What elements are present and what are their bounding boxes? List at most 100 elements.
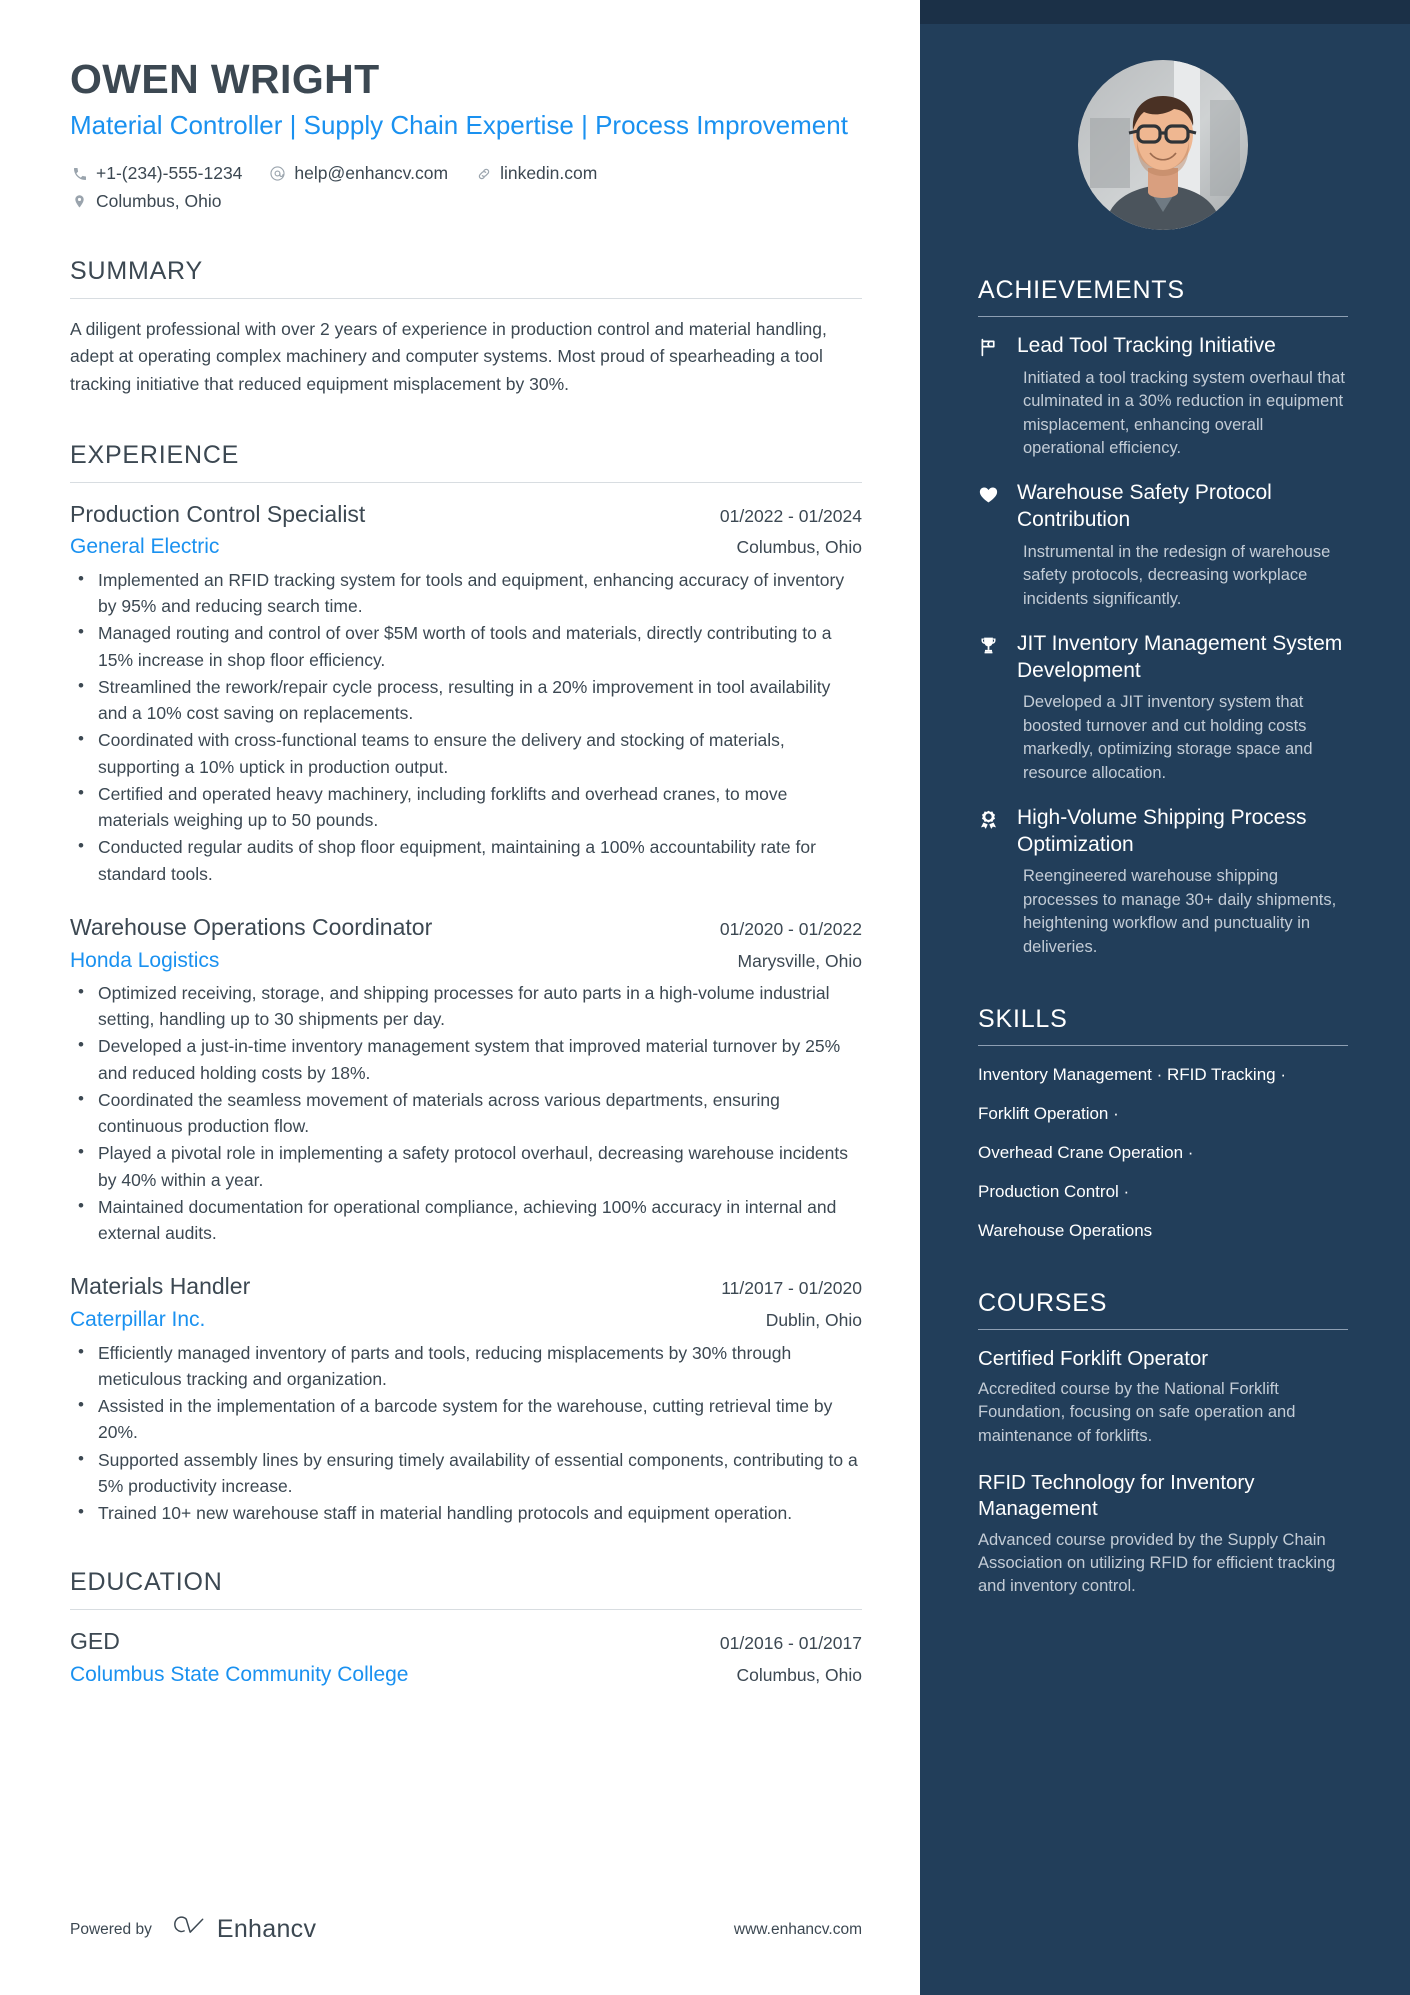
job-dates: 11/2017 - 01/2020 — [721, 1278, 862, 1299]
course-item: Certified Forklift Operator Accredited c… — [978, 1346, 1348, 1449]
achievement-item: Lead Tool Tracking Initiative Initiated … — [978, 333, 1348, 460]
experience-entry-subheader: Caterpillar Inc. Dublin, Ohio — [70, 1306, 862, 1333]
achievement-item: JIT Inventory Management System Developm… — [978, 631, 1348, 785]
achievement-item: High-Volume Shipping Process Optimizatio… — [978, 805, 1348, 959]
experience-divider — [70, 481, 862, 483]
main-column: OWEN WRIGHT Material Controller | Supply… — [0, 0, 920, 1995]
courses-heading: COURSES — [978, 1288, 1108, 1317]
skills-divider — [978, 1044, 1348, 1046]
job-bullet: Supported assembly lines by ensuring tim… — [70, 1446, 862, 1500]
footer-website[interactable]: www.enhancv.com — [734, 1921, 862, 1939]
job-title: Materials Handler — [70, 1273, 251, 1300]
job-bullet: Assisted in the implementation of a barc… — [70, 1392, 862, 1446]
school-location: Columbus, Ohio — [736, 1665, 862, 1686]
link-icon — [474, 164, 493, 183]
heart-icon — [978, 480, 1004, 611]
achievement-body: JIT Inventory Management System Developm… — [1017, 631, 1348, 785]
skill-line: Overhead Crane Operation · — [978, 1142, 1194, 1162]
contact-location: Columbus, Ohio — [70, 188, 221, 215]
achievement-body: High-Volume Shipping Process Optimizatio… — [1017, 805, 1348, 959]
contact-email[interactable]: help@enhancv.com — [268, 160, 448, 187]
location-pin-icon — [70, 192, 89, 211]
section-summary: SUMMARY A diligent professional with ove… — [70, 257, 862, 399]
flag-icon — [978, 333, 1004, 460]
summary-heading: SUMMARY — [70, 256, 203, 285]
contact-location-text: Columbus, Ohio — [96, 190, 222, 211]
company-name[interactable]: Honda Logistics — [70, 947, 219, 974]
footer: Powered by Enhancv www.enhancv.com — [70, 1914, 862, 1945]
degree-title: GED — [70, 1628, 120, 1655]
job-title: Warehouse Operations Coordinator — [70, 913, 433, 940]
education-entry: GED 01/2016 - 01/2017 Columbus State Com… — [70, 1627, 862, 1688]
contact-line-location: Columbus, Ohio — [70, 188, 862, 215]
contact-linkedin[interactable]: linkedin.com — [474, 160, 597, 187]
achievement-description: Instrumental in the redesign of warehous… — [1023, 542, 1331, 608]
experience-entry: Materials Handler 11/2017 - 01/2020 Cate… — [70, 1272, 862, 1526]
achievement-title: Lead Tool Tracking Initiative — [1017, 334, 1276, 357]
enhancv-logo: Enhancv — [169, 1914, 316, 1945]
job-bullet: Efficiently managed inventory of parts a… — [70, 1339, 862, 1393]
contact-info: +1-(234)-555-1234 help@enhancv.com linke… — [70, 160, 862, 214]
job-bullets: Optimized receiving, storage, and shippi… — [70, 979, 862, 1247]
section-education: EDUCATION GED 01/2016 - 01/2017 Columbus… — [70, 1568, 862, 1688]
course-title: RFID Technology for Inventory Management — [978, 1471, 1255, 1521]
company-name[interactable]: General Electric — [70, 533, 219, 560]
powered-by-label: Powered by — [70, 1920, 152, 1938]
course-title: Certified Forklift Operator — [978, 1346, 1209, 1370]
job-bullet: Conducted regular audits of shop floor e… — [70, 833, 862, 887]
experience-entry-header: Warehouse Operations Coordinator 01/2020… — [70, 913, 862, 943]
avatar-container — [978, 60, 1348, 230]
summary-divider — [70, 297, 862, 299]
job-dates: 01/2020 - 01/2022 — [719, 918, 862, 939]
achievement-description: Reengineered warehouse shipping processe… — [1023, 867, 1337, 956]
enhancv-mark-icon — [169, 1914, 207, 1945]
section-experience: EXPERIENCE Production Control Specialist… — [70, 441, 862, 1527]
sidebar-top-bar — [920, 0, 1410, 24]
resume-page: OWEN WRIGHT Material Controller | Supply… — [0, 0, 1410, 1995]
course-description: Advanced course provided by the Supply C… — [978, 1530, 1336, 1596]
summary-text: A diligent professional with over 2 year… — [70, 318, 827, 394]
school-name[interactable]: Columbus State Community College — [70, 1661, 408, 1688]
achievement-title: Warehouse Safety Protocol Contribution — [1017, 481, 1272, 531]
job-bullet: Implemented an RFID tracking system for … — [70, 566, 862, 620]
job-bullet: Played a pivotal role in implementing a … — [70, 1139, 862, 1193]
contact-phone[interactable]: +1-(234)-555-1234 — [70, 160, 242, 187]
contact-email-text: help@enhancv.com — [294, 163, 449, 184]
experience-entry-header: Production Control Specialist 01/2022 - … — [70, 500, 862, 530]
experience-entry-subheader: General Electric Columbus, Ohio — [70, 533, 862, 560]
job-bullet: Developed a just-in-time inventory manag… — [70, 1032, 862, 1086]
achievements-heading: ACHIEVEMENTS — [978, 276, 1185, 304]
company-name[interactable]: Caterpillar Inc. — [70, 1306, 205, 1333]
job-bullet: Coordinated with cross-functional teams … — [70, 726, 862, 780]
skill-line: Warehouse Operations — [978, 1220, 1153, 1240]
contact-phone-text: +1-(234)-555-1234 — [96, 163, 243, 184]
professional-headline: Material Controller | Supply Chain Exper… — [70, 110, 848, 141]
phone-icon — [70, 164, 89, 183]
course-description: Accredited course by the National Forkli… — [978, 1379, 1296, 1445]
education-divider — [70, 1609, 862, 1611]
job-title: Production Control Specialist — [70, 500, 366, 527]
achievements-divider — [978, 316, 1348, 317]
enhancv-wordmark: Enhancv — [216, 1915, 317, 1943]
job-bullet: Coordinated the seamless movement of mat… — [70, 1086, 862, 1140]
job-bullets: Implemented an RFID tracking system for … — [70, 566, 862, 887]
job-location: Marysville, Ohio — [737, 950, 862, 971]
job-bullet: Streamlined the rework/repair cycle proc… — [70, 673, 862, 727]
section-skills: SKILLS Inventory Management · RFID Track… — [978, 1005, 1348, 1243]
education-entry-subheader: Columbus State Community College Columbu… — [70, 1661, 862, 1688]
section-achievements: ACHIEVEMENTS Lead Tool Tracking Initiati… — [978, 276, 1348, 959]
skill-line: Production Control · — [978, 1181, 1130, 1201]
footer-branding: Powered by Enhancv — [70, 1914, 316, 1945]
avatar-photo — [1078, 60, 1248, 230]
achievement-body: Warehouse Safety Protocol Contribution I… — [1017, 480, 1348, 611]
achievement-title: High-Volume Shipping Process Optimizatio… — [1017, 805, 1307, 856]
section-courses: COURSES Certified Forklift Operator Accr… — [978, 1289, 1348, 1599]
trophy-icon — [978, 631, 1004, 785]
contact-linkedin-text: linkedin.com — [500, 163, 598, 184]
job-location: Dublin, Ohio — [765, 1310, 862, 1331]
job-bullet: Certified and operated heavy machinery, … — [70, 780, 862, 834]
education-heading: EDUCATION — [70, 1568, 223, 1597]
achievement-body: Lead Tool Tracking Initiative Initiated … — [1017, 333, 1348, 460]
skills-heading: SKILLS — [978, 1004, 1068, 1033]
experience-entry-subheader: Honda Logistics Marysville, Ohio — [70, 947, 862, 974]
